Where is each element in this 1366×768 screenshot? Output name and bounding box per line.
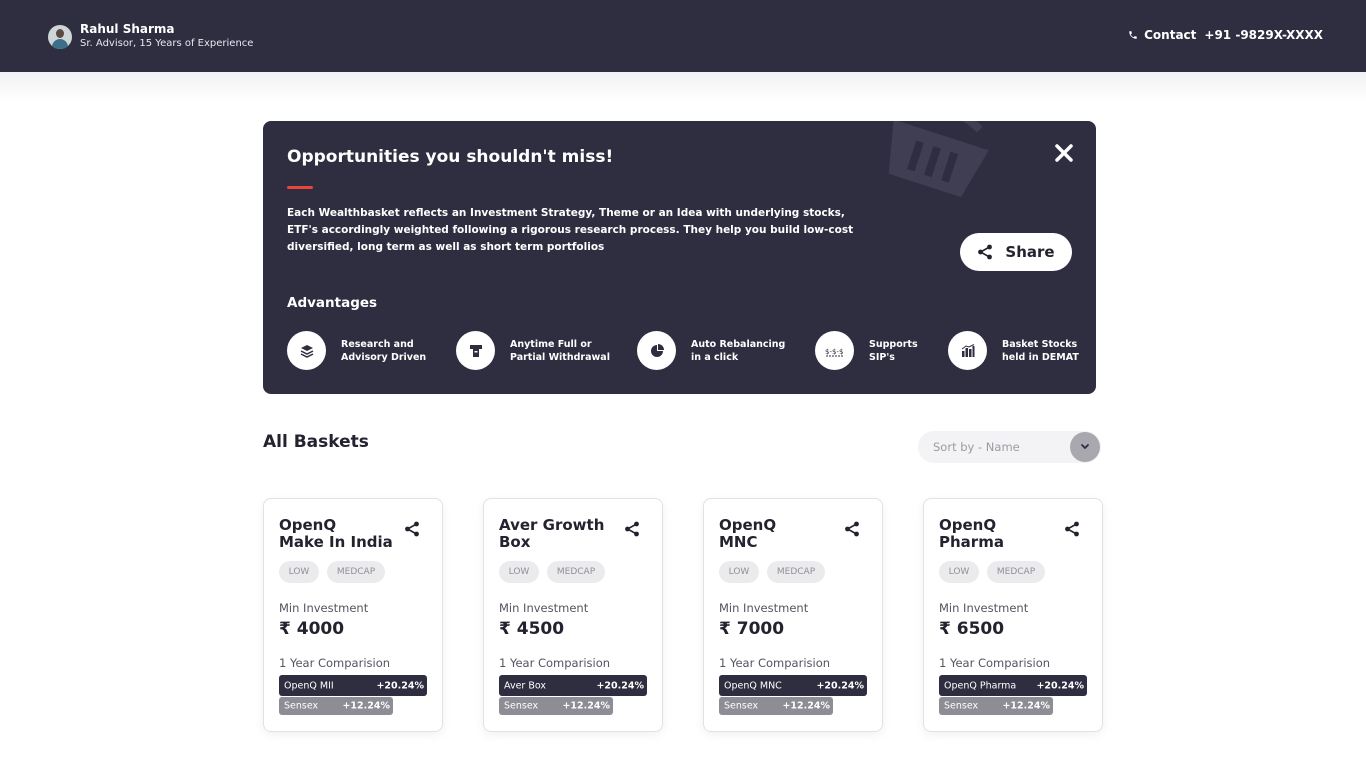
advantage-label: Anytime Full or Partial Withdrawal [510, 338, 610, 363]
chevron-down-icon[interactable] [1070, 432, 1100, 462]
advantage-label: Research and Advisory Driven [341, 338, 427, 363]
basket-card[interactable]: OpenQ Pharma LOW MEDCAP Min Investment ₹… [923, 498, 1103, 732]
banner-title: Opportunities you shouldn't miss! [287, 147, 614, 167]
risk-tag: LOW [499, 561, 539, 583]
min-investment-label: Min Investment [279, 601, 369, 615]
header-shadow [0, 72, 1366, 102]
advantage-demat: Basket Stocks held in DEMAT [948, 331, 1079, 370]
contact-label: Contact [1144, 28, 1197, 42]
opportunities-banner: Opportunities you shouldn't miss! Each W… [263, 121, 1096, 394]
sort-placeholder: Sort by - Name [933, 440, 1020, 454]
section-title: All Baskets [263, 432, 369, 452]
basket-name: OpenQ Pharma [939, 516, 1004, 551]
basket-name: OpenQ MNC [719, 516, 777, 551]
index-return: +12.24% [342, 700, 390, 712]
demat-icon [948, 331, 987, 370]
sort-dropdown[interactable]: Sort by - Name [918, 431, 1101, 463]
cap-tag: MEDCAP [327, 561, 385, 583]
svg-text:$-$-$: $-$-$ [825, 348, 843, 356]
advantage-sip: $-$-$ Supports SIP's [815, 331, 918, 370]
top-bar: Rahul Sharma Sr. Advisor, 15 Years of Ex… [0, 0, 1366, 72]
share-label: Share [1005, 243, 1055, 261]
comparison-label: 1 Year Comparision [279, 656, 391, 670]
avatar [48, 25, 72, 49]
basket-name: OpenQ Make In India [279, 516, 393, 551]
basket-card[interactable]: OpenQ MNC LOW MEDCAP Min Investment ₹ 70… [703, 498, 883, 732]
cap-tag: MEDCAP [767, 561, 825, 583]
min-investment-label: Min Investment [499, 601, 589, 615]
advisor-subtitle: Sr. Advisor, 15 Years of Experience [80, 38, 254, 49]
advisor-profile[interactable]: Rahul Sharma Sr. Advisor, 15 Years of Ex… [48, 22, 253, 52]
basket-return: +20.24% [596, 680, 644, 691]
min-investment-label: Min Investment [939, 601, 1029, 615]
risk-tag: LOW [279, 561, 319, 583]
min-investment-amount: ₹ 7000 [719, 619, 785, 639]
index-return-bar: Sensex +12.24% [279, 697, 393, 715]
basket-benchmark-name: OpenQ MNC [724, 680, 782, 691]
min-investment-label: Min Investment [719, 601, 809, 615]
basket-benchmark-name: OpenQ MII [284, 680, 334, 691]
share-icon[interactable] [404, 521, 420, 537]
comparison-label: 1 Year Comparision [719, 656, 831, 670]
basket-watermark-icon [888, 121, 989, 198]
pie-chart-icon [637, 331, 676, 370]
cap-tag: MEDCAP [547, 561, 605, 583]
advantage-label: Basket Stocks held in DEMAT [1002, 338, 1079, 363]
min-investment-amount: ₹ 4500 [499, 619, 565, 639]
index-return-bar: Sensex +12.24% [939, 697, 1053, 715]
index-name: Sensex [284, 700, 319, 712]
index-return: +12.24% [562, 700, 610, 712]
advantages-title: Advantages [287, 295, 378, 311]
basket-return-bar: Aver Box +20.24% [499, 675, 647, 696]
comparison-label: 1 Year Comparision [499, 656, 611, 670]
advantage-label: Supports SIP's [869, 338, 918, 363]
basket-benchmark-name: OpenQ Pharma [944, 680, 1017, 691]
index-return: +12.24% [782, 700, 830, 712]
layers-icon [287, 331, 326, 370]
basket-return-bar: OpenQ Pharma +20.24% [939, 675, 1087, 696]
withdrawal-icon [456, 331, 495, 370]
share-icon [978, 244, 993, 260]
phone-icon [1129, 31, 1137, 39]
basket-card[interactable]: OpenQ Make In India LOW MEDCAP Min Inves… [263, 498, 443, 732]
basket-return: +20.24% [1036, 680, 1084, 691]
risk-tag: LOW [939, 561, 979, 583]
share-button[interactable]: Share [960, 233, 1072, 271]
basket-card[interactable]: Aver Growth Box LOW MEDCAP Min Investmen… [483, 498, 663, 732]
advantage-withdrawal: Anytime Full or Partial Withdrawal [456, 331, 610, 370]
index-return-bar: Sensex +12.24% [719, 697, 833, 715]
share-icon[interactable] [844, 521, 860, 537]
title-underline [287, 186, 313, 189]
advantage-label: Auto Rebalancing in a click [691, 338, 786, 363]
contact-link[interactable]: Contact +91 -9829X-XXXX [1128, 28, 1323, 42]
banner-description: Each Wealthbasket reflects an Investment… [287, 207, 854, 253]
share-icon[interactable] [1064, 521, 1080, 537]
sip-icon: $-$-$ [815, 331, 854, 370]
share-icon[interactable] [624, 521, 640, 537]
cap-tag: MEDCAP [987, 561, 1045, 583]
close-icon[interactable] [1054, 143, 1074, 163]
index-return-bar: Sensex +12.24% [499, 697, 613, 715]
basket-benchmark-name: Aver Box [504, 680, 546, 691]
advantage-research: Research and Advisory Driven [287, 331, 426, 370]
index-name: Sensex [504, 700, 539, 712]
advantage-rebalancing: Auto Rebalancing in a click [637, 331, 785, 370]
index-name: Sensex [944, 700, 979, 712]
basket-return: +20.24% [376, 680, 424, 691]
index-name: Sensex [724, 700, 759, 712]
basket-return-bar: OpenQ MNC +20.24% [719, 675, 867, 696]
basket-name: Aver Growth Box [499, 516, 605, 551]
risk-tag: LOW [719, 561, 759, 583]
basket-return: +20.24% [816, 680, 864, 691]
basket-return-bar: OpenQ MII +20.24% [279, 675, 427, 696]
index-return: +12.24% [1002, 700, 1050, 712]
min-investment-amount: ₹ 6500 [939, 619, 1005, 639]
comparison-label: 1 Year Comparision [939, 656, 1051, 670]
contact-number: +91 -9829X-XXXX [1204, 28, 1323, 42]
advisor-name: Rahul Sharma [80, 22, 175, 36]
min-investment-amount: ₹ 4000 [279, 619, 345, 639]
